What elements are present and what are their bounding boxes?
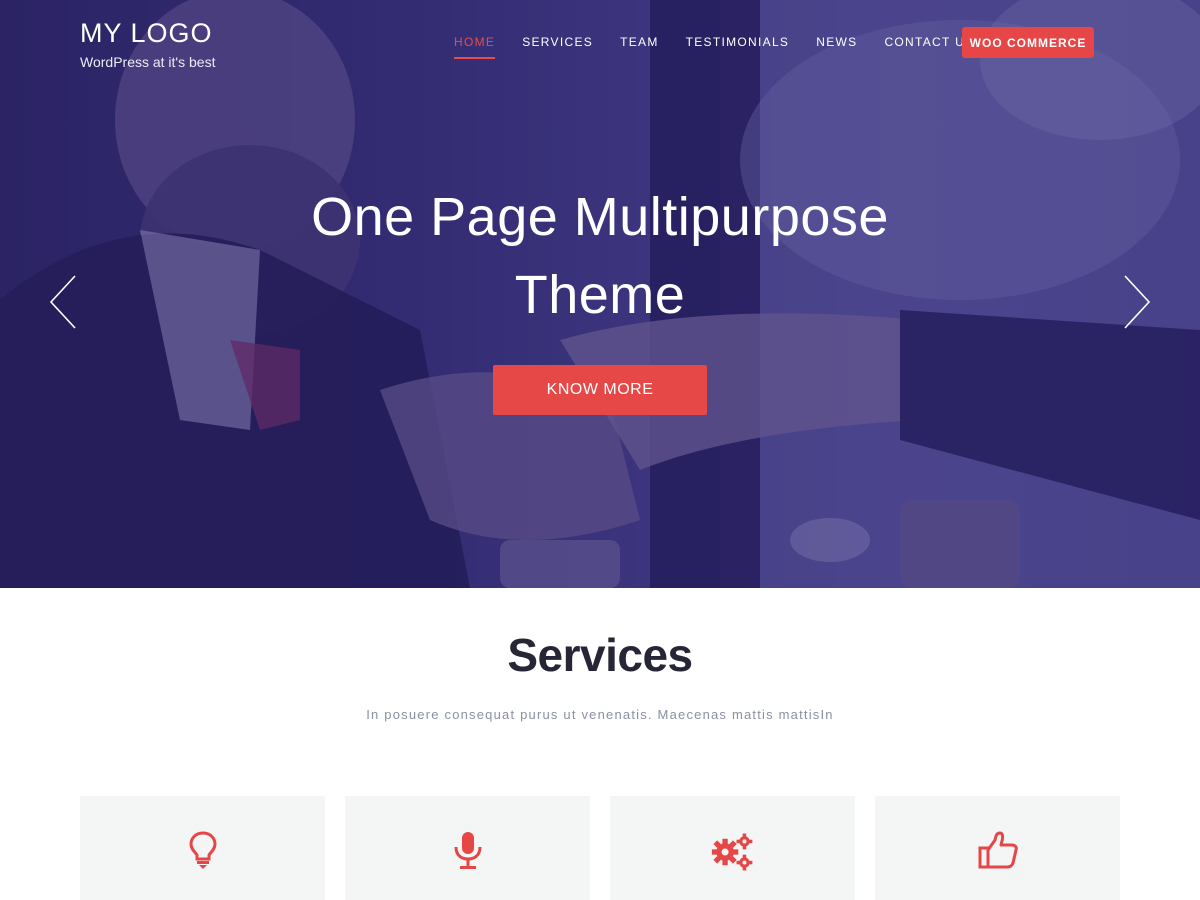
- lightbulb-icon: [181, 830, 225, 874]
- logo-title[interactable]: MY LOGO: [80, 18, 215, 48]
- woo-commerce-button[interactable]: WOO COMMERCE: [962, 27, 1094, 58]
- logo-tagline: WordPress at it's best: [80, 54, 216, 70]
- nav-item-home[interactable]: HOME: [454, 35, 496, 59]
- services-heading: Services: [507, 629, 693, 681]
- nav-item-testimonials[interactable]: TESTIMONIALS: [686, 35, 790, 59]
- hero-title: One Page Multipurpose Theme: [0, 178, 1200, 334]
- microphone-icon: [446, 830, 490, 874]
- nav-item-contact-us[interactable]: CONTACT US: [884, 35, 974, 59]
- main-navigation: HOME SERVICES TEAM TESTIMONIALS NEWS CON…: [454, 35, 1001, 59]
- chevron-right-icon[interactable]: [1122, 274, 1152, 330]
- services-subtitle: In posuere consequat purus ut venenatis.…: [366, 707, 834, 722]
- hero-title-line-2: Theme: [514, 265, 686, 325]
- hero-title-line-1: One Page Multipurpose: [311, 187, 889, 247]
- service-card-2[interactable]: [345, 796, 590, 900]
- nav-item-team[interactable]: TEAM: [620, 35, 659, 59]
- chevron-left-icon[interactable]: [48, 274, 78, 330]
- service-card-3[interactable]: [610, 796, 855, 900]
- gears-icon: [711, 830, 755, 874]
- hero-slider: MY LOGO WordPress at it's best HOME SERV…: [0, 0, 1200, 588]
- nav-item-services[interactable]: SERVICES: [522, 35, 593, 59]
- service-card-4[interactable]: [875, 796, 1120, 900]
- service-card-1[interactable]: [80, 796, 325, 900]
- nav-item-news[interactable]: NEWS: [816, 35, 857, 59]
- site-logo[interactable]: MY LOGO WordPress at it's best: [80, 18, 215, 70]
- thumbs-up-icon: [976, 830, 1020, 874]
- know-more-button[interactable]: KNOW MORE: [493, 365, 707, 415]
